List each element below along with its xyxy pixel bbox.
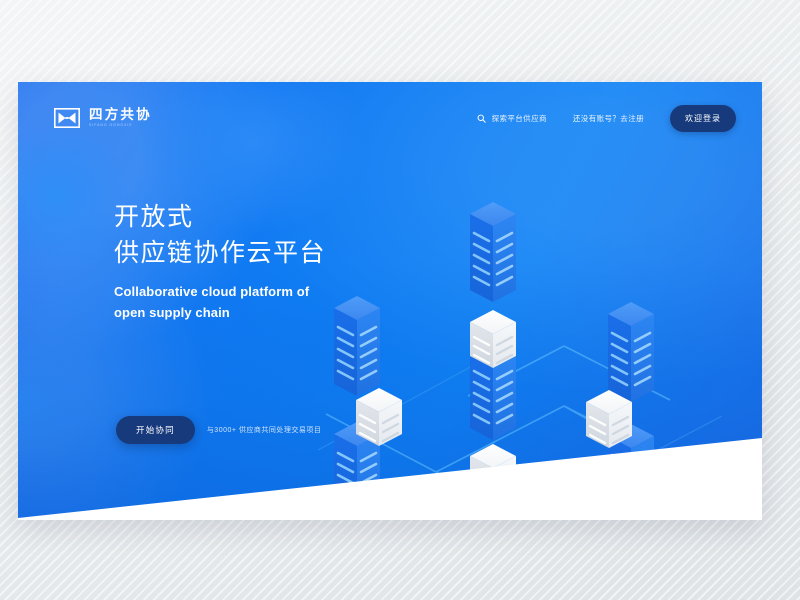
server-rack [606,300,656,404]
data-cube [468,308,518,370]
login-button[interactable]: 欢迎登录 [670,104,736,132]
headline-en-line2: open supply chain [114,305,230,321]
hero-section: 四方共协 SIFANG GONGXIE 探索平台供应商 还没有账号？去注册 欢迎… [18,82,762,520]
hero-card: 四方共协 SIFANG GONGXIE 探索平台供应商 还没有账号？去注册 欢迎… [18,82,762,520]
hero-bottom-wave [18,438,762,520]
server-rack [468,200,518,304]
top-navigation: 四方共协 SIFANG GONGXIE 探索平台供应商 还没有账号？去注册 欢迎… [18,82,762,154]
search-icon [477,114,486,123]
hero-copy: 开放式 供应链协作云平台 Collaborative cloud platfor… [114,200,414,323]
search-supplier-label: 探索平台供应商 [491,113,547,123]
search-supplier-link[interactable]: 探索平台供应商 [477,113,547,124]
page-root: 四方共协 SIFANG GONGXIE 探索平台供应商 还没有账号？去注册 欢迎… [0,0,800,600]
brand-name-en: SIFANG GONGXIE [89,123,133,128]
headline-cn-line1: 开放式 [114,203,194,231]
headline-en-line1: Collaborative cloud platform of [114,284,310,299]
bowtie-logo-icon [54,108,80,128]
brand-name-cn: 四方共协 [89,106,152,122]
register-link[interactable]: 还没有账号？去注册 [573,113,644,124]
headline-cn-line2: 供应链协作云平台 [114,238,327,267]
brand-logo[interactable]: 四方共协 SIFANG GONGXIE [54,108,152,128]
nav-right-group: 探索平台供应商 还没有账号？去注册 欢迎登录 [477,104,736,132]
